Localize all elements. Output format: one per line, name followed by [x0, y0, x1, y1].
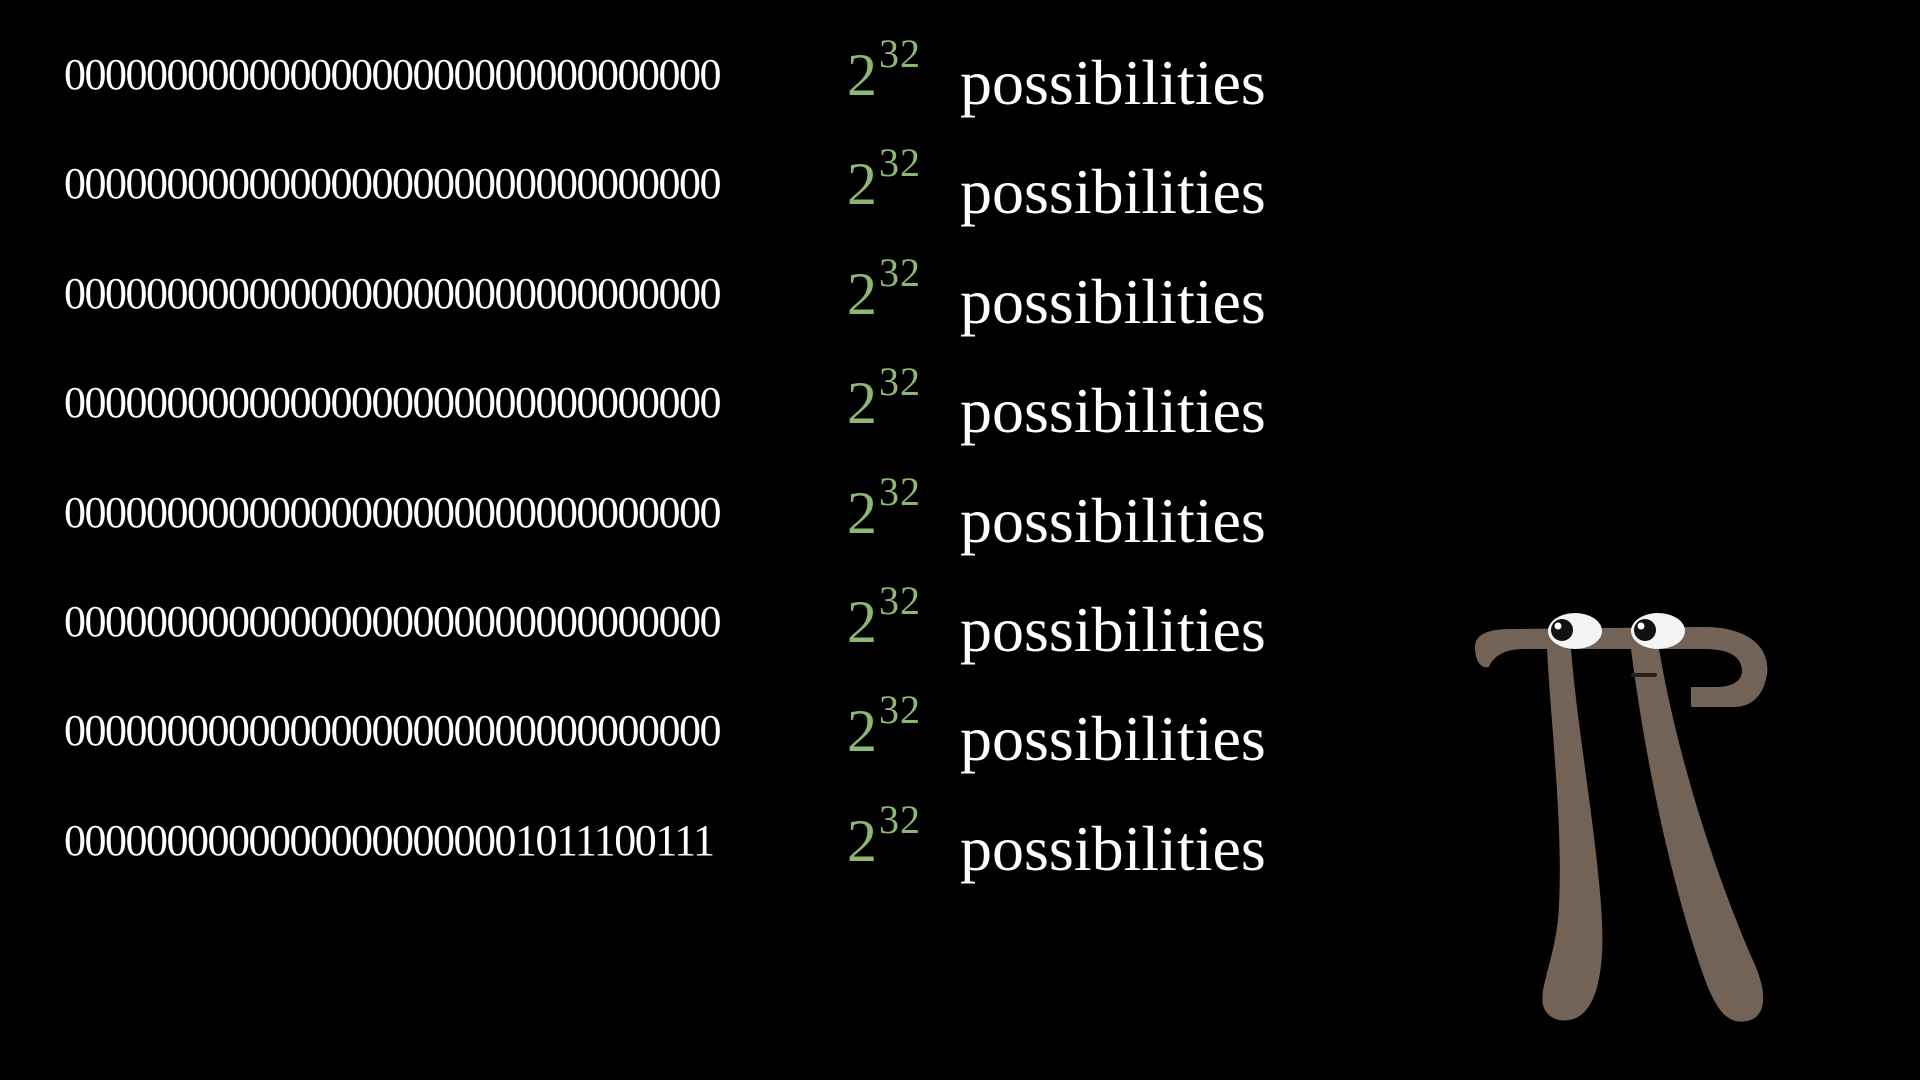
- possibilities-word: possibilities: [960, 156, 1266, 228]
- power-base: 2: [847, 479, 877, 546]
- possibility-row: 00000000000000000000000000000000 232 pos…: [64, 252, 1364, 365]
- possibility-row: 00000000000000000000000000000000 232 pos…: [64, 580, 1364, 693]
- power-exponent: 32: [879, 577, 921, 623]
- power-exponent: 32: [879, 140, 921, 186]
- pi-top-bar: [1475, 627, 1768, 707]
- bit-string: 00000000000000000000000000000000: [64, 706, 722, 756]
- pi-creature-icon: [1455, 605, 1775, 1025]
- possibilities-word: possibilities: [960, 703, 1266, 775]
- possibility-row: 00000000000000000000000000000000 232 pos…: [64, 690, 1364, 802]
- possibility-rows: 00000000000000000000000000000000 232 pos…: [64, 34, 1364, 912]
- power-exponent: 32: [879, 249, 921, 295]
- power-expression: 232: [847, 471, 921, 546]
- power-expression: 232: [847, 580, 921, 655]
- bit-string: 00000000000000000000000000000000: [64, 268, 722, 318]
- possibilities-word: possibilities: [960, 593, 1266, 665]
- pi-left-pupil: [1551, 619, 1573, 641]
- power-expression: 232: [847, 690, 921, 765]
- power-expression: 232: [847, 34, 921, 108]
- power-exponent: 32: [879, 796, 921, 842]
- possibility-row: 00000000000000000000000000000000 232 pos…: [64, 34, 1364, 146]
- power-exponent: 32: [879, 359, 921, 405]
- power-expression: 232: [847, 252, 921, 327]
- bit-string: 00000000000000000000000000000000: [64, 159, 722, 209]
- possibility-row: 00000000000000000000000000000000 232 pos…: [64, 471, 1364, 584]
- pi-left-eye-glint: [1554, 622, 1562, 630]
- pi-mouth: [1631, 673, 1657, 677]
- possibility-row: 00000000000000000000000000000000 232 pos…: [64, 143, 1364, 255]
- possibility-row: 00000000000000000000001011100111 232 pos…: [64, 799, 1364, 912]
- pi-right-pupil: [1634, 619, 1656, 641]
- power-base: 2: [847, 588, 877, 655]
- bit-string: 00000000000000000000000000000000: [64, 596, 722, 646]
- power-base: 2: [847, 151, 877, 218]
- bit-string: 00000000000000000000000000000000: [64, 378, 722, 428]
- possibilities-word: possibilities: [960, 484, 1266, 556]
- possibility-row: 00000000000000000000000000000000 232 pos…: [64, 362, 1364, 474]
- scene: 00000000000000000000000000000000 232 pos…: [0, 0, 1920, 1080]
- bit-string: 00000000000000000000000000000000: [64, 50, 722, 99]
- power-base: 2: [847, 370, 877, 437]
- possibilities-word: possibilities: [960, 265, 1266, 337]
- pi-left-leg: [1542, 649, 1603, 1021]
- possibilities-word: possibilities: [960, 812, 1266, 884]
- power-exponent: 32: [879, 468, 921, 514]
- power-base: 2: [847, 807, 877, 874]
- pi-right-eye-glint: [1637, 622, 1645, 630]
- power-expression: 232: [847, 362, 921, 437]
- bit-string: 00000000000000000000000000000000: [64, 487, 722, 537]
- power-base: 2: [847, 42, 877, 108]
- power-exponent: 32: [879, 687, 921, 733]
- power-expression: 232: [847, 143, 921, 218]
- possibilities-word: possibilities: [960, 47, 1266, 118]
- possibilities-word: possibilities: [960, 375, 1266, 447]
- power-base: 2: [847, 698, 877, 765]
- power-expression: 232: [847, 799, 921, 874]
- power-base: 2: [847, 260, 877, 327]
- power-exponent: 32: [879, 31, 921, 76]
- bit-string: 00000000000000000000001011100111: [64, 815, 715, 865]
